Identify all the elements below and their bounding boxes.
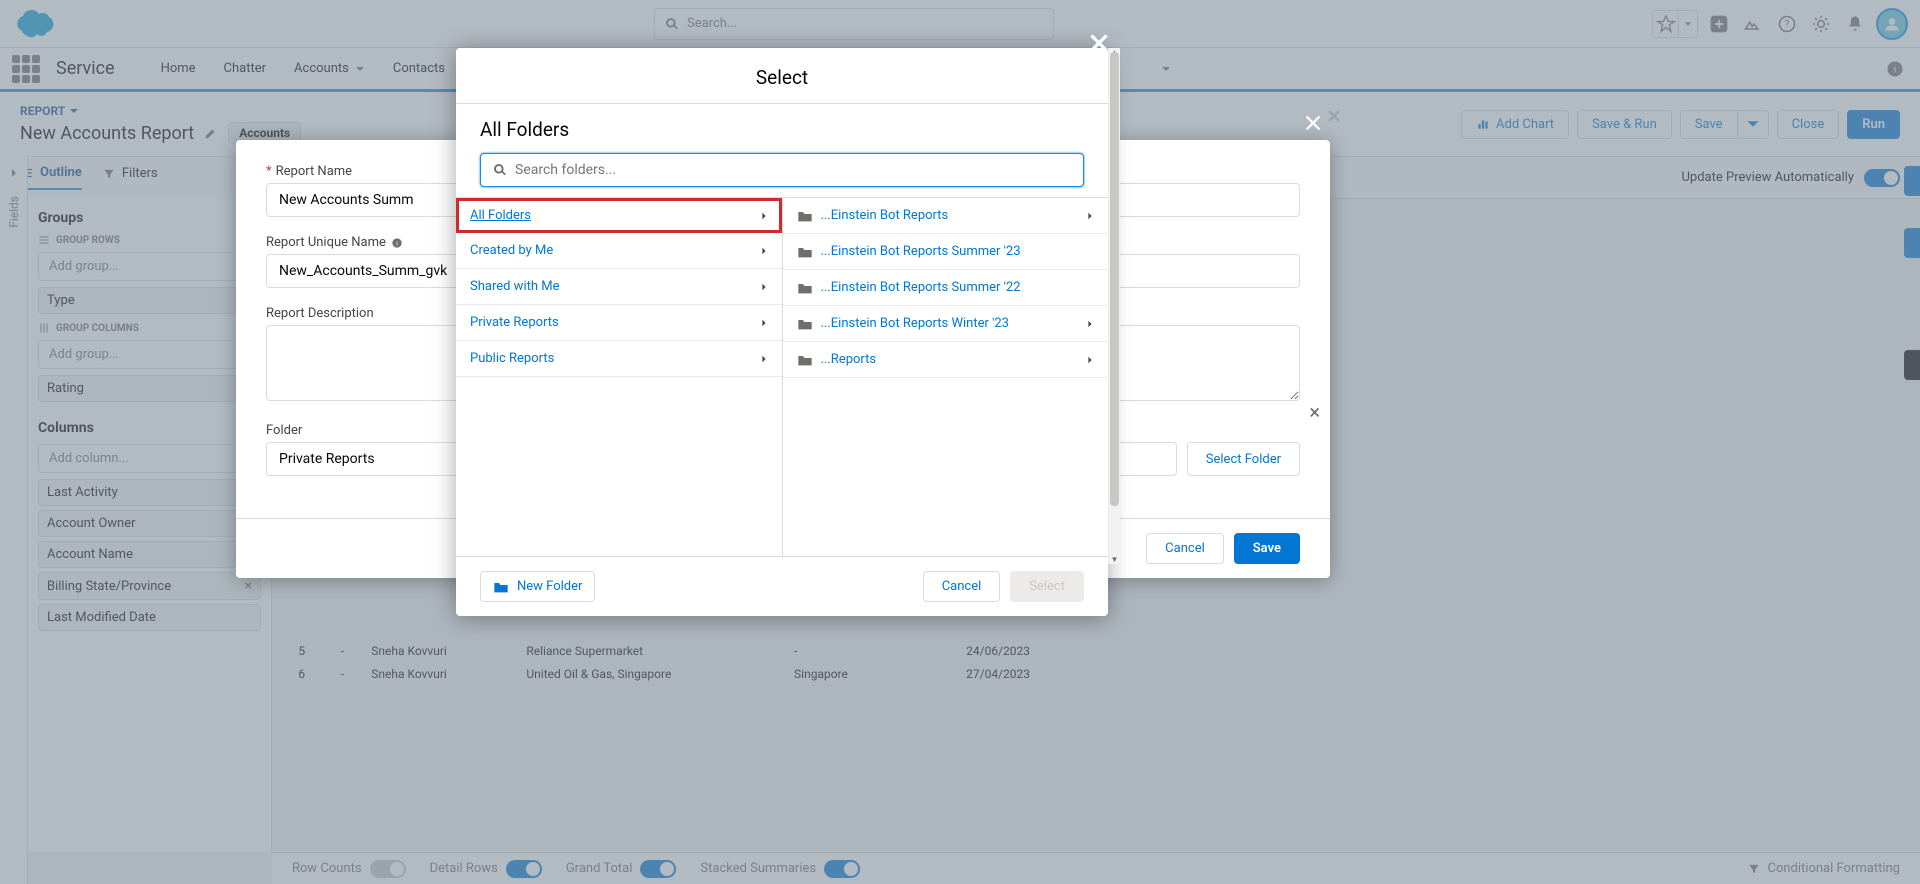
folder-category-private[interactable]: Private Reports — [456, 305, 782, 341]
select-modal-subtitle: All Folders — [480, 118, 1084, 141]
folder-icon — [797, 281, 813, 295]
folder-icon — [797, 317, 813, 331]
report-name-label: Report Name — [276, 164, 352, 179]
remove-column[interactable]: × — [1309, 400, 1320, 424]
select-folder-modal: ▲▼ Select All Folders All Folders Create… — [456, 48, 1108, 616]
folder-category-shared[interactable]: Shared with Me — [456, 269, 782, 305]
unique-name-label: Report Unique Name — [266, 235, 386, 250]
chevron-right-icon — [760, 319, 768, 327]
folder-search-input[interactable] — [480, 153, 1084, 187]
close-icon — [1302, 112, 1324, 134]
chevron-right-icon — [760, 212, 768, 220]
folder-list-column: ...Einstein Bot Reports ...Einstein Bot … — [783, 198, 1109, 556]
folder-item[interactable]: ...Einstein Bot Reports — [783, 198, 1109, 234]
select-modal-title: Select — [480, 66, 1084, 89]
folder-item[interactable]: ...Reports — [783, 342, 1109, 378]
chevron-right-icon — [760, 247, 768, 255]
save-modal-cancel-button[interactable]: Cancel — [1146, 533, 1224, 564]
folder-item[interactable]: ...Einstein Bot Reports Summer '22 — [783, 270, 1109, 306]
new-folder-button[interactable]: New Folder — [480, 571, 595, 602]
folder-category-created[interactable]: Created by Me — [456, 233, 782, 269]
save-modal-save-button[interactable]: Save — [1234, 533, 1300, 564]
folder-icon — [797, 353, 813, 367]
folder-categories-column: All Folders Created by Me Shared with Me… — [456, 198, 783, 556]
folder-item[interactable]: ...Einstein Bot Reports Summer '23 — [783, 234, 1109, 270]
chevron-right-icon — [1086, 320, 1094, 328]
folder-icon — [493, 580, 509, 594]
scrollbar[interactable]: ▲▼ — [1108, 48, 1120, 564]
close-save-modal[interactable] — [1302, 112, 1324, 138]
select-folder-button[interactable]: Select Folder — [1187, 442, 1300, 476]
chevron-right-icon — [760, 283, 768, 291]
chevron-right-icon — [760, 355, 768, 363]
select-cancel-button[interactable]: Cancel — [923, 571, 1001, 602]
chevron-right-icon — [1086, 212, 1094, 220]
folder-category-public[interactable]: Public Reports — [456, 341, 782, 377]
folder-icon — [797, 245, 813, 259]
select-confirm-button[interactable]: Select — [1010, 571, 1084, 602]
folder-icon — [797, 209, 813, 223]
chevron-right-icon — [1086, 356, 1094, 364]
folder-item[interactable]: ...Einstein Bot Reports Winter '23 — [783, 306, 1109, 342]
folder-category-all[interactable]: All Folders — [456, 198, 782, 233]
search-icon — [493, 163, 507, 177]
info-icon: i — [390, 236, 404, 250]
